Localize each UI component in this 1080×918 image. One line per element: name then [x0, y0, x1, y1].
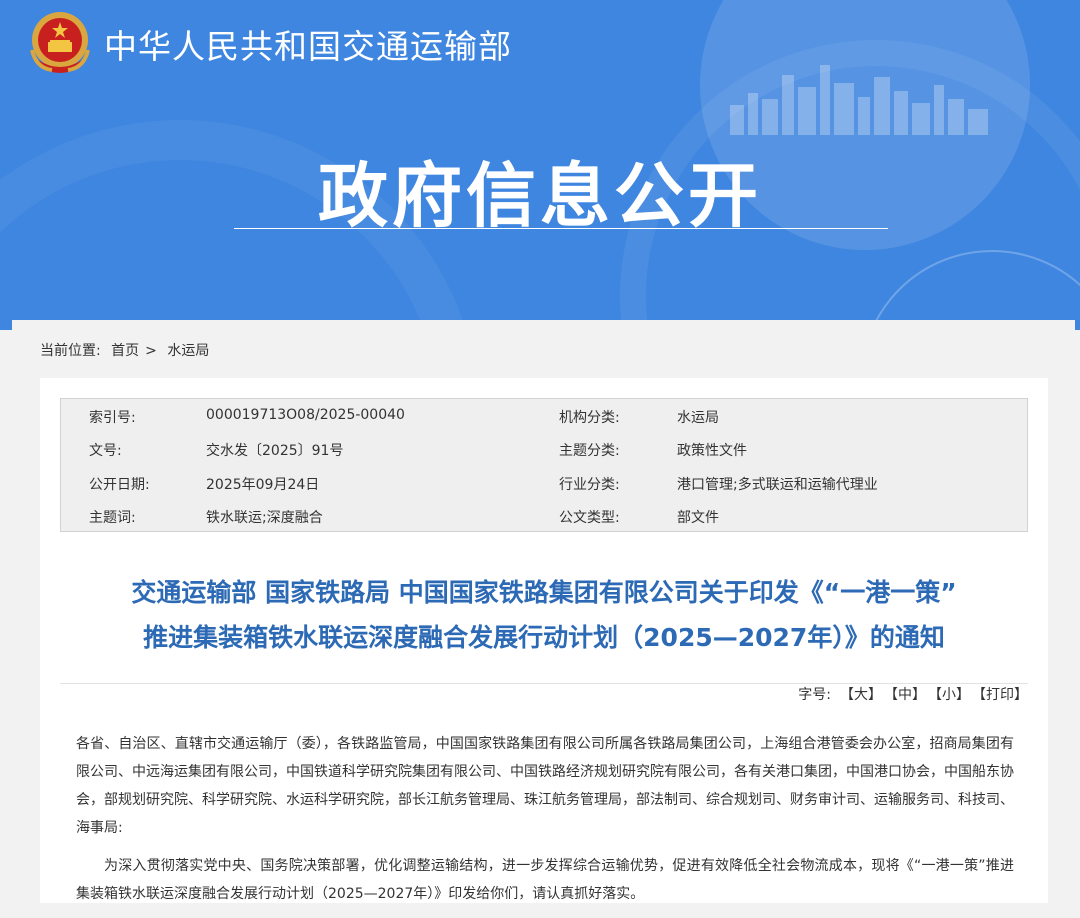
keywords-value: 铁水联运;深度融合 — [206, 510, 323, 526]
index-label: 索引号: — [89, 410, 136, 426]
city-skyline-illustration — [730, 65, 988, 135]
title-underline — [234, 228, 888, 229]
index-value: 000019713O08/2025-00040 — [206, 407, 405, 423]
keywords-label: 主题词: — [89, 510, 136, 526]
org-label: 机构分类: — [559, 410, 620, 426]
font-small-button[interactable]: 【小】 — [935, 687, 970, 703]
doctype-value: 部文件 — [677, 510, 719, 526]
org-value: 水运局 — [677, 410, 719, 426]
site-name[interactable]: 中华人民共和国交通运输部 — [104, 20, 512, 68]
print-button[interactable]: 【打印】 — [979, 687, 1028, 703]
section-title: 政府信息公开 — [318, 155, 762, 237]
content-panel: 当前位置: 首页 > 水运局 索引号: 000019713O08/2025-000… — [12, 320, 1075, 903]
breadcrumb-separator: > — [145, 343, 157, 359]
font-size-controls: 字号: 【大】 【中】 【小】 【打印】 — [789, 684, 1028, 704]
doc-no-label: 文号: — [89, 443, 122, 459]
date-value: 2025年09月24日 — [206, 477, 320, 493]
industry-label: 行业分类: — [559, 477, 620, 493]
font-medium-button[interactable]: 【中】 — [891, 687, 926, 703]
article-card: 索引号: 000019713O08/2025-00040 机构分类: 水运局 文… — [40, 378, 1048, 903]
breadcrumb: 当前位置: 首页 > 水运局 — [40, 340, 215, 360]
font-large-button[interactable]: 【大】 — [840, 687, 882, 703]
document-title: 交通运输部 国家铁路局 中国国家铁路集团有限公司关于印发《“一港一策” 推进集装… — [40, 570, 1048, 660]
breadcrumb-home-link[interactable]: 首页 — [111, 343, 139, 359]
doctype-label: 公文类型: — [559, 510, 620, 526]
industry-value: 港口管理;多式联运和运输代理业 — [677, 477, 878, 493]
breadcrumb-label: 当前位置: — [40, 343, 101, 359]
document-title-line-2: 推进集装箱铁水联运深度融合发展行动计划（2025—2027年）》的通知 — [143, 623, 945, 652]
header-banner: 中华人民共和国交通运输部 政府信息公开 — [0, 0, 1080, 330]
body-paragraph-1: 各省、自治区、直辖市交通运输厅（委），各铁路监管局，中国国家铁路集团有限公司所属… — [76, 736, 1014, 836]
breadcrumb-current-link[interactable]: 水运局 — [167, 343, 209, 359]
document-title-line-1: 交通运输部 国家铁路局 中国国家铁路集团有限公司关于印发《“一港一策” — [131, 578, 957, 607]
topic-label: 主题分类: — [559, 443, 620, 459]
national-emblem-icon — [30, 12, 90, 73]
metadata-table: 索引号: 000019713O08/2025-00040 机构分类: 水运局 文… — [60, 398, 1028, 532]
topic-value: 政策性文件 — [677, 443, 747, 459]
date-label: 公开日期: — [89, 477, 150, 493]
body-paragraph-2: 为深入贯彻落实党中央、国务院决策部署，优化调整运输结构，进一步发挥综合运输优势，… — [76, 858, 1014, 902]
doc-no-value: 交水发〔2025〕91号 — [206, 443, 344, 459]
font-size-label: 字号: — [798, 687, 831, 703]
document-body: 各省、自治区、直辖市交通运输厅（委），各铁路监管局，中国国家铁路集团有限公司所属… — [76, 730, 1014, 918]
